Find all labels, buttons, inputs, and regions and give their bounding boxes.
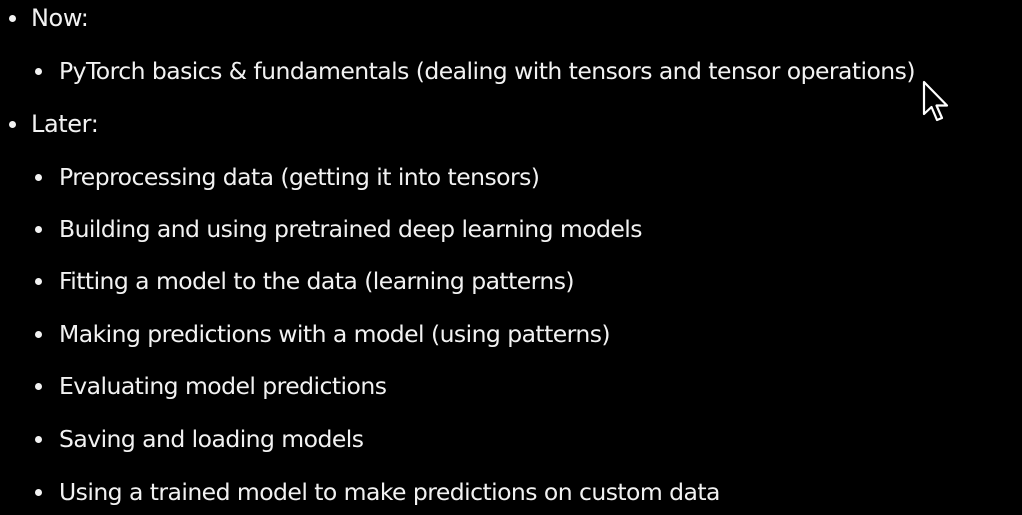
list-item: Evaluating model predictions: [35, 370, 387, 402]
list-item: Preprocessing data (getting it into tens…: [35, 161, 540, 193]
list-item: Using a trained model to make prediction…: [35, 476, 720, 508]
bullet-icon: [35, 67, 42, 75]
bullet-icon: [35, 382, 42, 390]
list-item-label: Using a trained model to make prediction…: [59, 478, 720, 506]
list-item: Building and using pretrained deep learn…: [35, 213, 643, 245]
list-item: PyTorch basics & fundamentals (dealing w…: [35, 55, 916, 87]
heading-label: Later:: [31, 110, 99, 138]
list-item: Making predictions with a model (using p…: [35, 318, 611, 350]
list-item: Fitting a model to the data (learning pa…: [35, 265, 575, 297]
mouse-pointer-icon: [922, 80, 949, 122]
bullet-icon: [35, 277, 42, 285]
bullet-icon: [9, 14, 16, 22]
list-item-label: Making predictions with a model (using p…: [59, 320, 611, 348]
bullet-icon: [35, 225, 42, 233]
outline-heading-now: Now:: [9, 2, 89, 34]
bullet-icon: [35, 173, 42, 181]
bullet-icon: [35, 488, 42, 496]
slide: Now: PyTorch basics & fundamentals (deal…: [0, 0, 1022, 515]
list-item-label: Building and using pretrained deep learn…: [59, 215, 643, 243]
list-item-label: PyTorch basics & fundamentals (dealing w…: [59, 57, 916, 85]
list-item-label: Evaluating model predictions: [59, 372, 387, 400]
bullet-icon: [35, 435, 42, 443]
outline-heading-later: Later:: [9, 108, 99, 140]
list-item-label: Preprocessing data (getting it into tens…: [59, 163, 540, 191]
list-item-label: Saving and loading models: [59, 425, 364, 453]
list-item-label: Fitting a model to the data (learning pa…: [59, 267, 575, 295]
bullet-icon: [35, 330, 42, 338]
list-item: Saving and loading models: [35, 423, 364, 455]
bullet-icon: [9, 120, 16, 128]
heading-label: Now:: [31, 4, 89, 32]
